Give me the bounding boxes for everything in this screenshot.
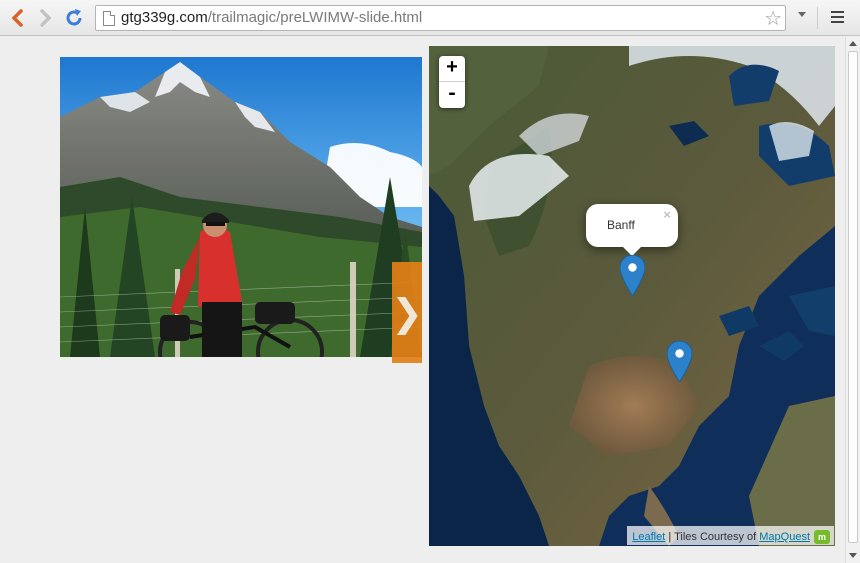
menu-icon[interactable] — [831, 11, 844, 26]
cyclist-mountain-photo — [60, 57, 422, 357]
bookmark-star-icon[interactable]: ☆ — [764, 6, 782, 30]
next-slide-button[interactable]: ❯ — [391, 262, 423, 363]
reload-icon — [66, 9, 82, 26]
map-marker[interactable] — [667, 341, 692, 382]
slide-photo — [60, 57, 422, 357]
attribution-text: | Tiles Courtesy of — [665, 531, 760, 543]
toolbar-divider — [817, 7, 818, 29]
url-path: /trailmagic/preLWIMW-slide.html — [207, 9, 423, 26]
map[interactable]: + - Banff × Leaflet | Tiles Courtesy of … — [429, 46, 835, 546]
popup-text: Banff — [607, 218, 635, 232]
page-scrollbar[interactable] — [845, 37, 860, 563]
mapquest-logo-icon: m — [814, 530, 830, 544]
map-marker-banff[interactable] — [620, 255, 645, 296]
map-attribution: Leaflet | Tiles Courtesy of MapQuest m — [627, 526, 834, 545]
address-bar[interactable]: gtg339g.com/trailmagic/preLWIMW-slide.ht… — [95, 5, 786, 31]
back-button[interactable] — [5, 6, 29, 30]
reload-button[interactable] — [62, 6, 86, 30]
chevron-right-icon — [40, 9, 52, 27]
leaflet-link[interactable]: Leaflet — [632, 531, 665, 543]
browser-toolbar: gtg339g.com/trailmagic/preLWIMW-slide.ht… — [0, 0, 860, 36]
popup-close-button[interactable]: × — [663, 207, 671, 222]
marker-popup: Banff × — [586, 204, 678, 256]
chevron-right-icon: ❯ — [391, 290, 423, 335]
scroll-down-icon[interactable] — [849, 553, 857, 558]
page-icon — [103, 11, 115, 26]
mapquest-link[interactable]: MapQuest — [759, 531, 810, 543]
satellite-map-tiles — [429, 46, 835, 546]
zoom-out-button[interactable]: - — [439, 82, 465, 108]
zoom-in-button[interactable]: + — [439, 56, 465, 82]
forward-button[interactable] — [34, 6, 58, 30]
url-text[interactable]: gtg339g.com/trailmagic/preLWIMW-slide.ht… — [121, 9, 422, 26]
omnibox-dropdown-icon[interactable] — [798, 12, 806, 17]
scroll-up-icon[interactable] — [849, 41, 857, 46]
scroll-thumb[interactable] — [848, 51, 858, 543]
zoom-control: + - — [439, 56, 465, 108]
url-domain: gtg339g.com — [121, 9, 208, 26]
chevron-left-icon — [11, 9, 23, 27]
